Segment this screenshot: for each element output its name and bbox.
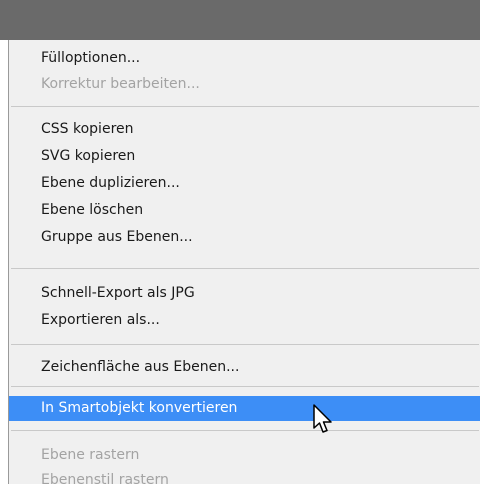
menu-item-rasterize-layer: Ebene rastern xyxy=(41,447,140,463)
menu-item-delete-layer[interactable]: Ebene löschen xyxy=(9,198,480,223)
menu-item-copy-css[interactable]: CSS kopieren xyxy=(9,117,480,142)
menu-item-fill-options[interactable]: Fülloptionen... xyxy=(9,46,480,71)
menu-separator xyxy=(11,386,479,387)
menu-item-quick-export-jpg[interactable]: Schnell-Export als JPG xyxy=(9,281,480,306)
menu-item-duplicate-layer[interactable]: Ebene duplizieren... xyxy=(9,171,480,196)
context-menu: Fülloptionen... Korrektur bearbeiten... … xyxy=(8,40,480,484)
menu-separator xyxy=(11,430,479,431)
menu-item-artboard-from-layers[interactable]: Zeichenfläche aus Ebenen... xyxy=(9,355,480,380)
window-top-bar xyxy=(0,0,480,40)
menu-item-export-as[interactable]: Exportieren als... xyxy=(9,308,480,333)
menu-item-copy-svg[interactable]: SVG kopieren xyxy=(9,144,480,169)
menu-item-rasterize-layer-style: Ebenenstil rastern xyxy=(41,472,169,484)
menu-separator xyxy=(11,106,479,107)
arrow-pointer-icon xyxy=(313,404,332,433)
menu-separator xyxy=(11,268,479,269)
menu-item-convert-to-smart-object[interactable]: In Smartobjekt konvertieren xyxy=(9,396,480,421)
menu-item-group-from-layers[interactable]: Gruppe aus Ebenen... xyxy=(9,225,480,250)
menu-separator xyxy=(11,344,479,345)
menu-item-edit-adjustment: Korrektur bearbeiten... xyxy=(41,76,200,92)
